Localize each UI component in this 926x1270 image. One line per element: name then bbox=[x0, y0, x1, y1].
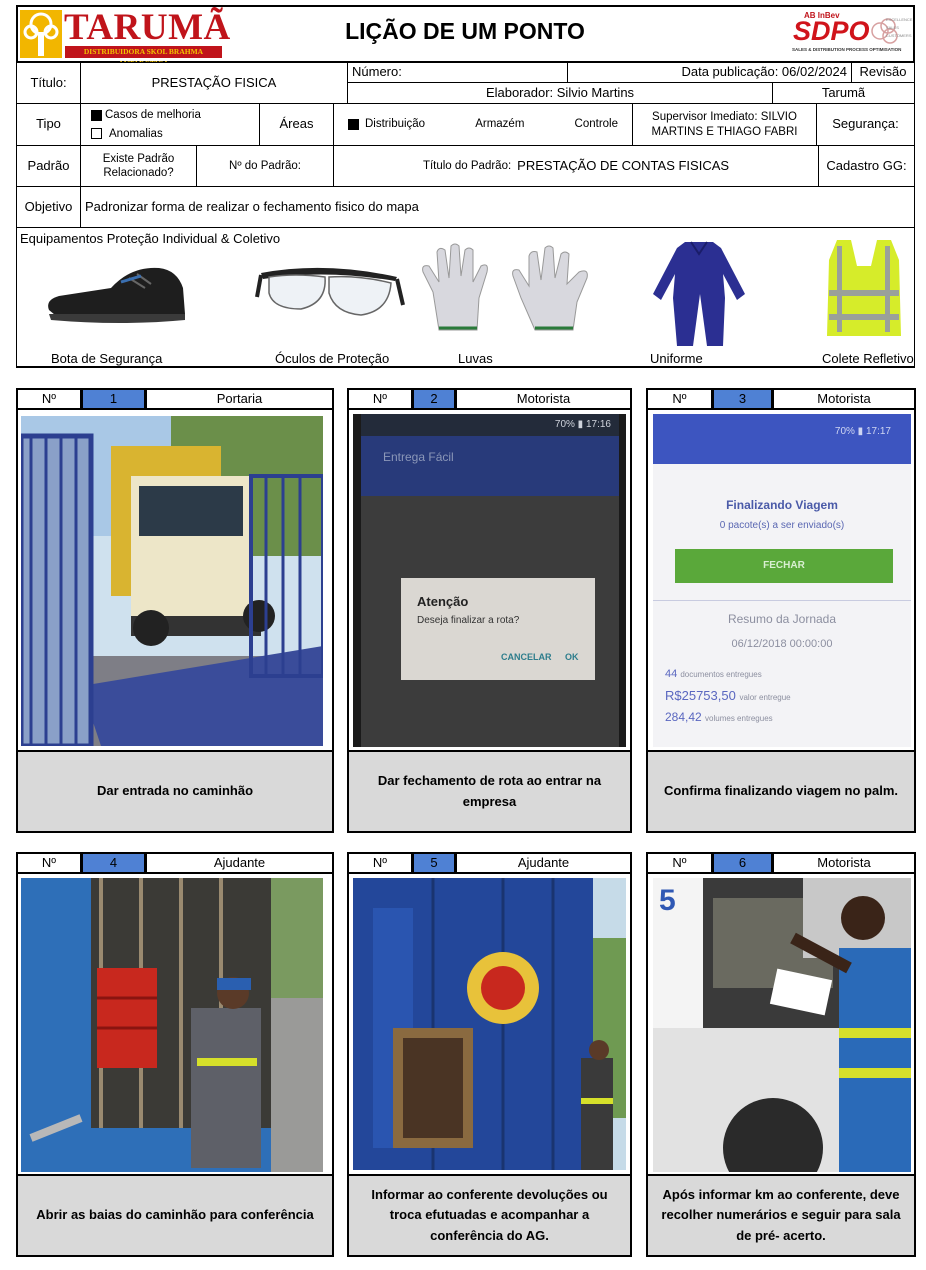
phone-status-bar: 70% ▮ 17:17 bbox=[653, 414, 911, 464]
resumo-stat-documentos: 44 documentos entregues bbox=[665, 668, 762, 680]
step-photo-phone-summary: 70% ▮ 17:17 Finalizando Viagem 0 pacote(… bbox=[653, 414, 911, 747]
area-option-controle[interactable]: Controle bbox=[575, 117, 618, 131]
uniform-icon bbox=[653, 241, 745, 346]
checkbox-checked-icon[interactable] bbox=[91, 109, 102, 121]
epi-label-luvas: Luvas bbox=[458, 351, 493, 366]
gloves-icon bbox=[422, 243, 588, 331]
truck-number-label: 5 bbox=[659, 884, 676, 917]
summary-subtitle: 0 pacote(s) a ser enviado(s) bbox=[719, 520, 845, 531]
resumo-stat-valor: R$25753,50 valor entregue bbox=[665, 688, 791, 703]
supervisor-imediato: Supervisor Imediato: SILVIO MARTINS E TH… bbox=[632, 103, 817, 146]
step-no-label: Nº bbox=[646, 852, 713, 874]
step-no-label: Nº bbox=[16, 852, 82, 874]
numero-field: Número: bbox=[347, 62, 568, 83]
vest-icon bbox=[827, 240, 901, 336]
step-caption: Confirma finalizando viagem no palm. bbox=[646, 750, 916, 833]
checkbox-icon[interactable] bbox=[91, 128, 102, 140]
step-no-label: Nº bbox=[16, 388, 82, 410]
step-number: 2 bbox=[412, 388, 456, 410]
objetivo-value: Padronizar forma de realizar o fechament… bbox=[80, 186, 915, 228]
step-number: 6 bbox=[712, 852, 773, 874]
dialog-ok-button[interactable]: OK bbox=[565, 652, 579, 662]
titulo-padrao-value: PRESTAÇÃO DE CONTAS FISICAS bbox=[517, 157, 730, 173]
taruma-logo: TARUMÃ DISTRIBUIDORA SKOL BRAHMA ANTARCT… bbox=[20, 7, 230, 68]
step-caption: Abrir as baias do caminhão para conferên… bbox=[16, 1174, 334, 1257]
epi-title: Equipamentos Proteção Individual & Colet… bbox=[20, 231, 281, 246]
step-number: 3 bbox=[712, 388, 773, 410]
resumo-date: 06/12/2018 00:00:00 bbox=[731, 638, 833, 650]
phone-app-bar: Entrega Fácil bbox=[361, 436, 619, 496]
logo-subtitle: DISTRIBUIDORA SKOL BRAHMA ANTARCTICA bbox=[65, 46, 222, 68]
epi-label-bota: Bota de Segurança bbox=[51, 351, 163, 366]
tipo-option-anomalias[interactable]: Anomalias bbox=[91, 127, 163, 141]
boot-icon bbox=[48, 267, 185, 323]
existe-padrao: Existe Padrão Relacionado? bbox=[80, 145, 197, 187]
tipo-label: Tipo bbox=[16, 103, 81, 146]
step-photo-phone-dialog: 70% ▮ 17:16 Entrega Fácil Atenção Deseja… bbox=[353, 414, 626, 747]
step-caption: Dar fechamento de rota ao entrar na empr… bbox=[347, 750, 632, 833]
titulo-label: Título: bbox=[16, 62, 81, 104]
area-option-distribuicao[interactable]: Distribuição bbox=[348, 117, 425, 131]
summary-title: Finalizando Viagem bbox=[726, 498, 838, 512]
dialog-title: Atenção bbox=[417, 594, 469, 609]
step-number: 5 bbox=[412, 852, 456, 874]
step-caption: Informar ao conferente devoluções ou tro… bbox=[347, 1174, 632, 1257]
resumo-stat-volumes: 284,42 volumes entregues bbox=[665, 710, 773, 724]
padrao-label: Padrão bbox=[16, 145, 81, 187]
sdpo-logo: AB InBev SDPO SALES & DISTRIBUTION PROCE… bbox=[790, 10, 912, 58]
step-photo-motorista-km: 5 bbox=[653, 878, 911, 1172]
seguranca-label: Segurança: bbox=[816, 103, 915, 146]
logo-name: TARUMÃ bbox=[64, 7, 231, 48]
tipo-options: Casos de melhoria Anomalias bbox=[80, 103, 260, 146]
resumo-title: Resumo da Jornada bbox=[727, 612, 837, 626]
step-number: 4 bbox=[81, 852, 146, 874]
data-publicacao: Data publicação: 06/02/2024 bbox=[567, 62, 852, 83]
step-no-label: Nº bbox=[646, 388, 713, 410]
brand-tags: EXCELLENCE SALES CUSTOMERS bbox=[886, 17, 913, 38]
areas-label: Áreas bbox=[259, 103, 334, 146]
step-role: Ajudante bbox=[145, 852, 334, 874]
epi-label-uniforme: Uniforme bbox=[650, 351, 703, 366]
titulo-padrao: Título do Padrão: PRESTAÇÃO DE CONTAS FI… bbox=[333, 145, 819, 187]
area-option-armazem[interactable]: Armazém bbox=[475, 117, 524, 131]
step-role: Ajudante bbox=[455, 852, 632, 874]
epi-label-colete: Colete Refletivo bbox=[822, 351, 914, 366]
step-role: Portaria bbox=[145, 388, 334, 410]
objetivo-label: Objetivo bbox=[16, 186, 81, 228]
step-no-label: Nº bbox=[347, 388, 413, 410]
dialog-message: Deseja finalizar a rota? bbox=[417, 615, 520, 626]
revisao-label: Revisão bbox=[851, 62, 915, 83]
epi-label-oculos: Óculos de Proteção bbox=[275, 351, 390, 366]
step-caption: Após informar km ao conferente, deve rec… bbox=[646, 1174, 916, 1257]
phone-status-bar: 70% ▮ 17:16 bbox=[361, 414, 619, 436]
confirm-dialog: Atenção Deseja finalizar a rota? CANCELA… bbox=[401, 578, 595, 680]
tree-logo-icon bbox=[20, 10, 62, 58]
divider bbox=[653, 600, 911, 601]
tipo-option-melhoria[interactable]: Casos de melhoria bbox=[91, 108, 201, 122]
step-no-label: Nº bbox=[347, 852, 413, 874]
areas-options: Distribuição Armazém Controle bbox=[333, 103, 633, 146]
step-role: Motorista bbox=[772, 388, 916, 410]
step-photo-truck-bays bbox=[21, 878, 323, 1172]
fechar-button[interactable]: FECHAR bbox=[675, 549, 893, 583]
step-number: 1 bbox=[81, 388, 146, 410]
document-title: LIÇÃO DE UM PONTO bbox=[345, 18, 585, 44]
checkbox-checked-icon[interactable] bbox=[348, 119, 359, 130]
step-caption: Dar entrada no caminhão bbox=[16, 750, 334, 833]
titulo-value: PRESTAÇÃO FISICA bbox=[80, 62, 348, 104]
step-role: Motorista bbox=[772, 852, 916, 874]
epi-section: Equipamentos Proteção Individual & Colet… bbox=[16, 227, 915, 368]
elaborador: Elaborador: Silvio Martins bbox=[347, 82, 773, 104]
cadastro-gg-label: Cadastro GG: bbox=[818, 145, 915, 187]
step-photo-conferencia bbox=[353, 878, 626, 1170]
numero-padrao: Nº do Padrão: bbox=[196, 145, 334, 187]
unidade: Tarumã bbox=[772, 82, 915, 104]
dialog-cancel-button[interactable]: CANCELAR bbox=[501, 652, 552, 662]
step-photo-truck-entrance bbox=[21, 416, 323, 746]
brand-name: SDPO bbox=[793, 16, 870, 46]
goggles-icon bbox=[255, 267, 405, 316]
step-role: Motorista bbox=[455, 388, 632, 410]
